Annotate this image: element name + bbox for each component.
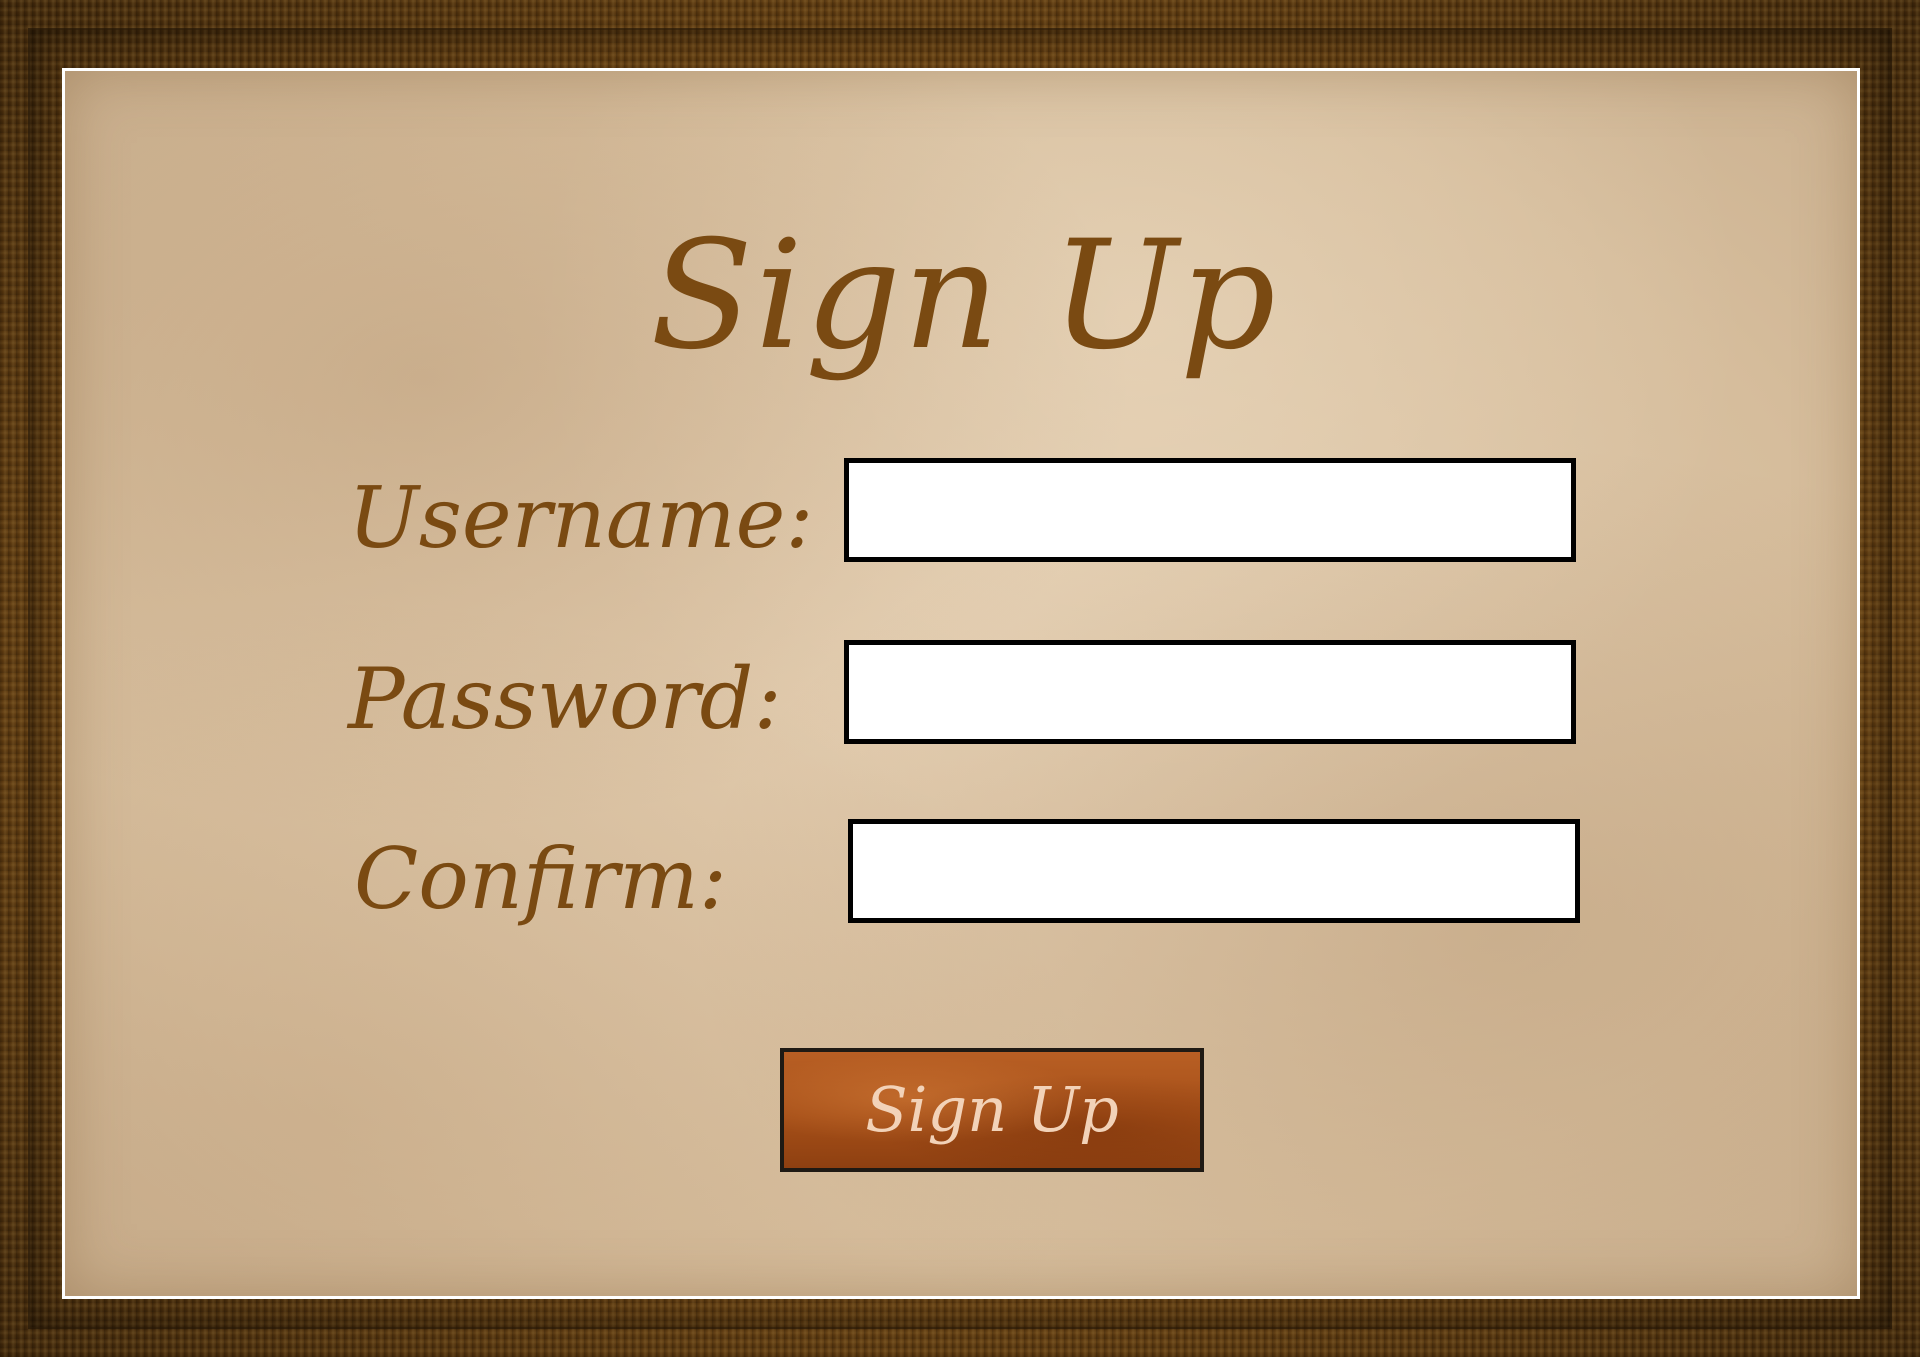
username-input[interactable] [844,458,1576,562]
password-label: Password: [348,650,782,748]
sign-up-button[interactable]: Sign Up [780,1048,1204,1172]
username-label: Username: [348,469,814,567]
parchment-panel: Sign Up Username: Password: Confirm: Sig… [62,68,1860,1299]
password-input[interactable] [844,640,1576,744]
confirm-label: Confirm: [354,830,728,928]
page-title: Sign Up [650,209,1278,383]
confirm-password-input[interactable] [848,819,1580,923]
